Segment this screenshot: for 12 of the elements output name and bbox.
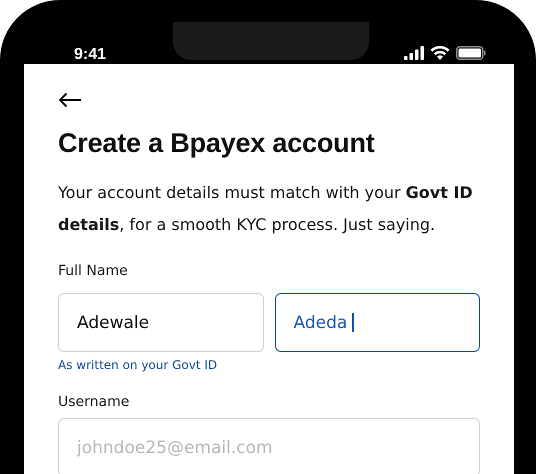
page-title: Create a Bpayex account [58, 128, 376, 159]
wifi-icon [430, 46, 450, 60]
battery-icon [456, 46, 486, 60]
input-field[interactable]: Adewale [58, 293, 264, 352]
back-arrow-icon[interactable] [58, 92, 82, 108]
intro-text: Your account details must match with your Govt ID details, for a smooth KYC process. Just saying. [58, 182, 474, 236]
signal-icon [404, 46, 424, 60]
input-field[interactable]: Adeda [274, 293, 480, 352]
status-time: 9:41 [74, 46, 106, 64]
helper-text: As written on your Govt ID [58, 358, 218, 372]
field-label: Full Name [58, 263, 129, 279]
field-label: Username [58, 394, 130, 410]
